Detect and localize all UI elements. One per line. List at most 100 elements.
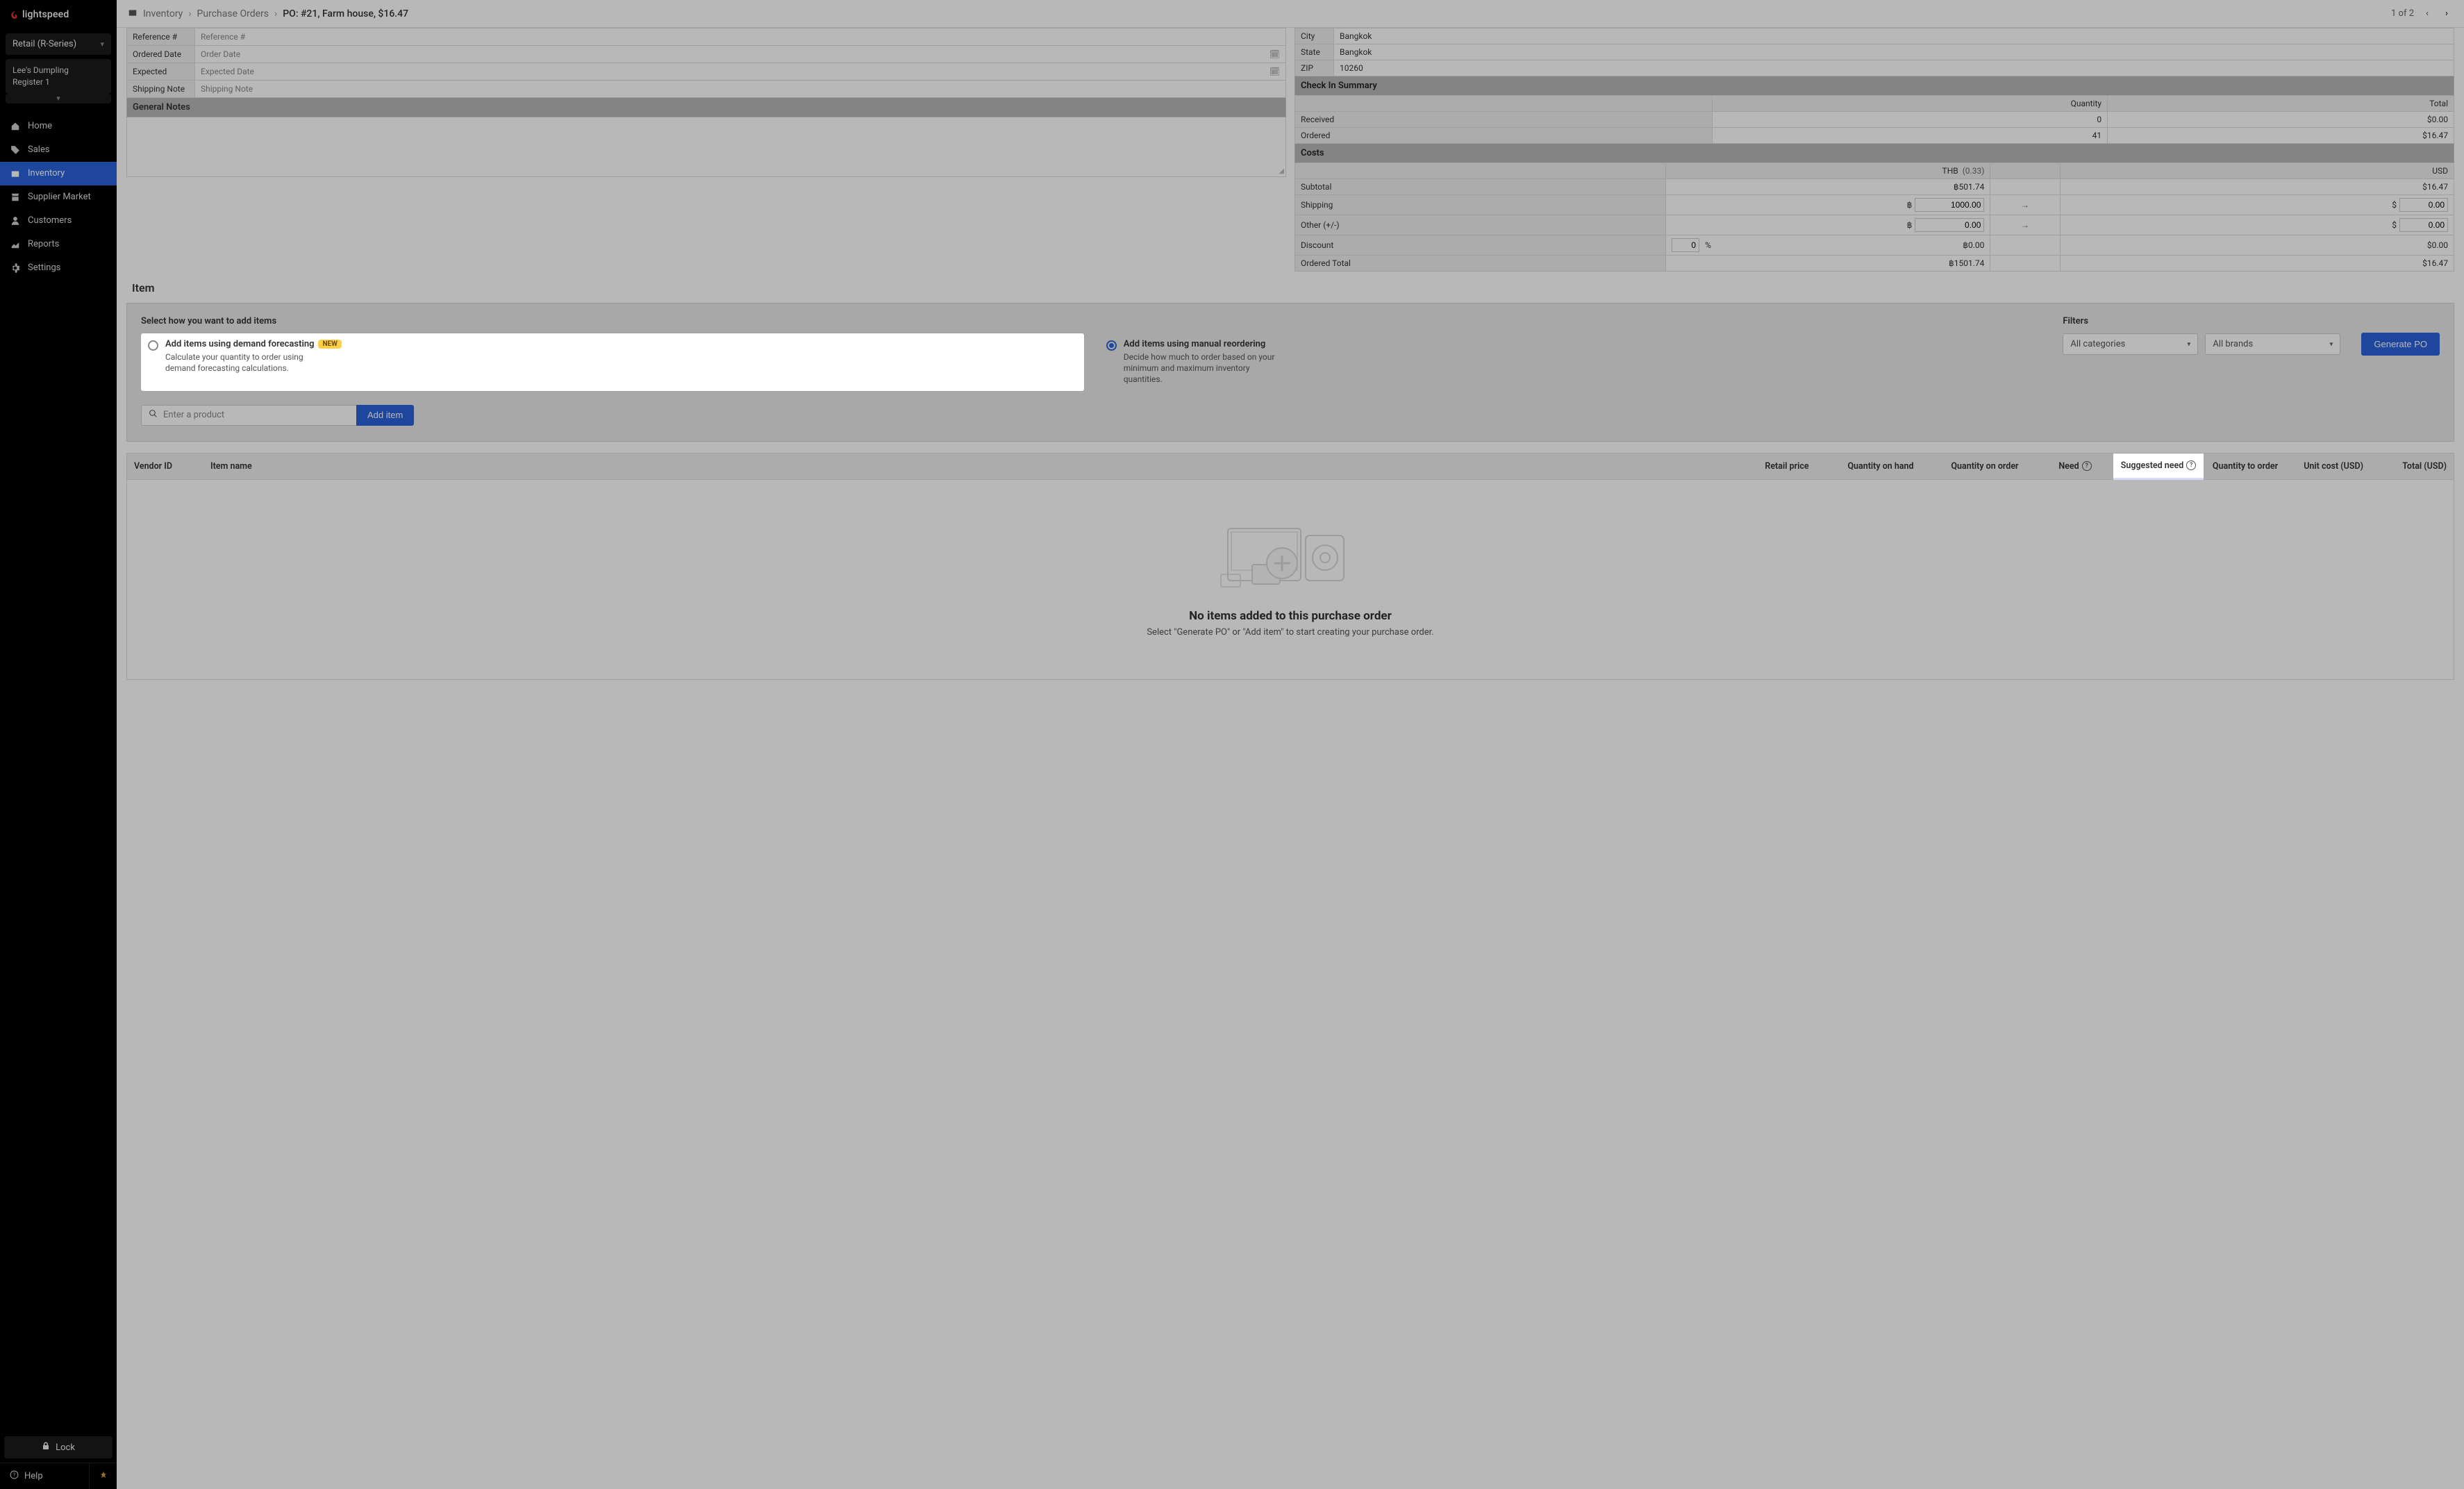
box-icon	[128, 8, 138, 20]
radio-manual-reordering-input[interactable]	[1106, 340, 1117, 351]
product-search-input[interactable]: Enter a product	[141, 405, 356, 426]
nav-customers[interactable]: Customers	[0, 209, 117, 233]
chart-icon	[10, 239, 21, 250]
resize-handle-icon: ◢	[1279, 167, 1284, 175]
help-button[interactable]: ? Help	[0, 1463, 89, 1489]
add-items-panel: Select how you want to add items Add ite…	[126, 303, 2454, 442]
pager-prev[interactable]: ‹	[2421, 8, 2433, 19]
th-retail-price[interactable]: Retail price	[1745, 454, 1829, 479]
subtotal-label: Subtotal	[1295, 179, 1666, 195]
lock-button[interactable]: Lock	[4, 1436, 113, 1458]
radio-demand-forecasting[interactable]: Add items using demand forecastingNEW Ca…	[141, 333, 1084, 391]
arrow-right-icon: →	[1990, 215, 2060, 235]
shipping-usd-input[interactable]	[2399, 198, 2448, 212]
th-total[interactable]: Total (USD)	[2370, 454, 2454, 479]
item-section-heading: Item	[126, 272, 2454, 303]
user-icon	[10, 215, 21, 226]
th-unit-cost[interactable]: Unit cost (USD)	[2287, 454, 2370, 479]
add-item-button[interactable]: Add item	[356, 405, 414, 426]
nav-settings[interactable]: Settings	[0, 256, 117, 280]
topbar: Inventory › Purchase Orders › PO: #21, F…	[117, 0, 2464, 28]
discount-label: Discount	[1295, 235, 1666, 256]
th-item-name[interactable]: Item name	[203, 454, 1745, 479]
other-thb-input[interactable]	[1915, 218, 1984, 232]
nav-sales[interactable]: Sales	[0, 138, 117, 162]
breadcrumb: Inventory › Purchase Orders › PO: #21, F…	[143, 8, 408, 19]
costs-header: Costs	[1295, 144, 2454, 163]
percent-icon: %	[1705, 240, 1711, 250]
radio-manual-reordering[interactable]: Add items using manual reordering Decide…	[1099, 333, 2042, 391]
record-pager: 1 of 2 ‹ ›	[2391, 8, 2453, 19]
th-qty-on-order[interactable]: Quantity on order	[1933, 454, 2037, 479]
shop-info[interactable]: Lee's Dumpling Register 1	[6, 59, 111, 94]
nav-reports-label: Reports	[28, 239, 59, 249]
calendar-icon: 🗓	[1270, 49, 1280, 59]
shipping-thb-input[interactable]	[1915, 198, 1984, 212]
ordered-date-input[interactable]: Order Date🗓	[195, 46, 1286, 63]
expected-date-input[interactable]: Expected Date🗓	[195, 63, 1286, 81]
radio-manual-reordering-title: Add items using manual reordering	[1124, 339, 1290, 349]
nav-supplier-market-label: Supplier Market	[28, 192, 91, 202]
discount-pct-input[interactable]	[1672, 238, 1699, 252]
subtotal-usd: $16.47	[2060, 179, 2454, 195]
pin-button[interactable]	[89, 1463, 117, 1489]
main-content: Inventory › Purchase Orders › PO: #21, F…	[117, 0, 2464, 1489]
fx-rate: (0.33)	[1963, 166, 1985, 176]
brands-select[interactable]: All brands	[2205, 333, 2340, 355]
po-summary: CityBangkok StateBangkok ZIP10260 Check …	[1295, 28, 2454, 272]
help-circle-icon[interactable]: ?	[2186, 460, 2196, 470]
radio-demand-forecasting-input[interactable]	[148, 340, 158, 351]
filters-title: Filters	[2063, 316, 2340, 326]
items-table: Vendor ID Item name Retail price Quantit…	[126, 453, 2454, 680]
generate-po-button[interactable]: Generate PO	[2361, 333, 2440, 356]
reference-label: Reference #	[127, 28, 195, 46]
nav-reports[interactable]: Reports	[0, 233, 117, 256]
chevron-down-icon: ▾	[100, 40, 104, 49]
usd-header: USD	[2060, 163, 2454, 179]
arrow-right-icon: →	[1990, 195, 2060, 215]
city-label: City	[1295, 28, 1334, 44]
th-qty-to-order[interactable]: Quantity to order	[2204, 454, 2287, 479]
pager-text: 1 of 2	[2391, 8, 2414, 19]
shop-selector[interactable]: Retail (R-Series) ▾	[6, 33, 111, 55]
nav-inventory-label: Inventory	[28, 168, 65, 178]
city-value: Bangkok	[1334, 28, 2454, 44]
ordered-total-label: Ordered Total	[1295, 256, 1666, 272]
brand-text: lightspeed	[22, 9, 69, 20]
received-total: $0.00	[2108, 112, 2454, 128]
zip-label: ZIP	[1295, 60, 1334, 76]
flame-icon	[10, 8, 19, 21]
pager-next[interactable]: ›	[2440, 8, 2453, 19]
help-circle-icon[interactable]: ?	[2082, 461, 2092, 471]
general-notes-textarea[interactable]: ◢	[126, 117, 1286, 177]
register-name: Register 1	[13, 76, 104, 88]
other-usd-input[interactable]	[2399, 218, 2448, 232]
lock-label: Lock	[56, 1442, 75, 1453]
shop-name: Lee's Dumpling	[13, 65, 104, 76]
shop-expand-toggle[interactable]: ▾	[6, 94, 111, 103]
reference-input[interactable]: Reference #	[195, 28, 1286, 46]
received-label: Received	[1295, 112, 1713, 128]
th-suggested-need[interactable]: Suggested need?	[2113, 454, 2204, 480]
brand-logo: lightspeed	[0, 0, 117, 29]
th-qty-on-hand[interactable]: Quantity on hand	[1829, 454, 1933, 479]
empty-state-title: No items added to this purchase order	[127, 609, 2454, 623]
checkin-quantity-header: Quantity	[1712, 96, 2107, 112]
shipping-note-input[interactable]: Shipping Note	[195, 81, 1286, 98]
ordered-label: Ordered	[1295, 128, 1713, 144]
nav-supplier-market[interactable]: Supplier Market	[0, 185, 117, 209]
nav-home[interactable]: Home	[0, 115, 117, 138]
new-badge: NEW	[318, 340, 341, 349]
ordered-date-label: Ordered Date	[127, 46, 195, 63]
ordered-total-thb: ฿1501.74	[1666, 256, 1990, 272]
breadcrumb-inventory[interactable]: Inventory	[143, 8, 183, 19]
nav-home-label: Home	[28, 121, 52, 131]
breadcrumb-purchase-orders[interactable]: Purchase Orders	[197, 8, 269, 19]
breadcrumb-current: PO: #21, Farm house, $16.47	[283, 8, 408, 19]
nav-inventory[interactable]: Inventory	[0, 162, 117, 185]
empty-state: No items added to this purchase order Se…	[127, 480, 2454, 679]
th-vendor-id[interactable]: Vendor ID	[127, 454, 203, 479]
radio-demand-forecasting-desc: Calculate your quantity to order using d…	[165, 351, 332, 374]
categories-select[interactable]: All categories	[2063, 333, 2198, 355]
th-need[interactable]: Need?	[2037, 454, 2113, 479]
